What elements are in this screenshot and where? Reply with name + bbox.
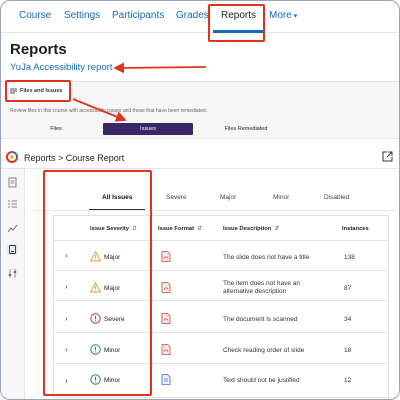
line-chart-icon[interactable] [7,223,18,234]
column-issue-format[interactable]: Issue Format ⇵ [158,226,202,232]
issue-description: Check reading order of slide [223,347,305,354]
tab-disabled[interactable]: Disabled [324,194,349,201]
issue-description: Text should not be justified [223,377,300,384]
issue-description: The item does not have an alternative de… [223,280,300,295]
segment-files-remediated[interactable]: Files Remediated [201,123,291,135]
checklist-icon[interactable] [7,198,18,209]
nav-tab-more[interactable]: More ▾ [269,10,297,21]
report-icon[interactable] [7,244,18,255]
pdf-file-icon [161,313,171,324]
tab-major[interactable]: Major [220,194,236,201]
page-title: Reports [10,41,67,58]
severity-column-highlight-box [43,170,152,396]
arrow-to-yuja-link [113,62,207,74]
instances-count: 12 [344,377,352,384]
column-issue-description[interactable]: Issue Description ⇵ [223,226,279,232]
doc-file-icon [161,374,171,385]
reports-highlight-box [208,4,265,42]
segment-files[interactable]: Files [21,123,91,135]
tab-severe[interactable]: Severe [166,194,187,201]
instances-count: 87 [344,285,352,292]
nav-tab-settings[interactable]: Settings [64,10,100,21]
chevron-down-icon: ▾ [293,13,298,20]
report-sidebar [1,169,25,399]
breadcrumb: Reports > Course Report [24,153,125,163]
screenshot-frame: Course Settings Participants Grades Repo… [0,0,400,400]
sort-icon: ⇵ [197,226,202,232]
tab-minor[interactable]: Minor [273,194,289,201]
issue-description: The slide does not have a title [223,254,310,261]
pdf-file-icon [161,344,171,355]
nav-tab-participants[interactable]: Participants [112,10,164,21]
instances-count: 138 [344,254,355,261]
instances-count: 18 [344,347,352,354]
instances-count: 34 [344,316,352,323]
segment-issues[interactable]: Issues [103,123,193,135]
files-and-issues-highlight-box [5,80,71,102]
issue-description: The document is scanned [223,316,298,323]
document-icon[interactable] [7,177,18,188]
pdf-file-icon [161,251,171,262]
files-description: Review files in this course with accessi… [10,108,208,114]
pdf-file-icon [161,282,171,293]
external-link-icon[interactable] [382,151,393,162]
course-navigation: Course Settings Participants Grades Repo… [1,1,399,33]
nav-tab-grades[interactable]: Grades [176,10,209,21]
column-instances[interactable]: Instances [342,226,369,232]
nav-tab-course[interactable]: Course [19,10,51,21]
sort-icon: ⇵ [274,226,280,232]
sliders-icon[interactable] [7,268,18,279]
yuja-accessibility-report-link[interactable]: YuJa Accessibility report [10,62,112,73]
yuja-logo-icon [6,151,18,163]
